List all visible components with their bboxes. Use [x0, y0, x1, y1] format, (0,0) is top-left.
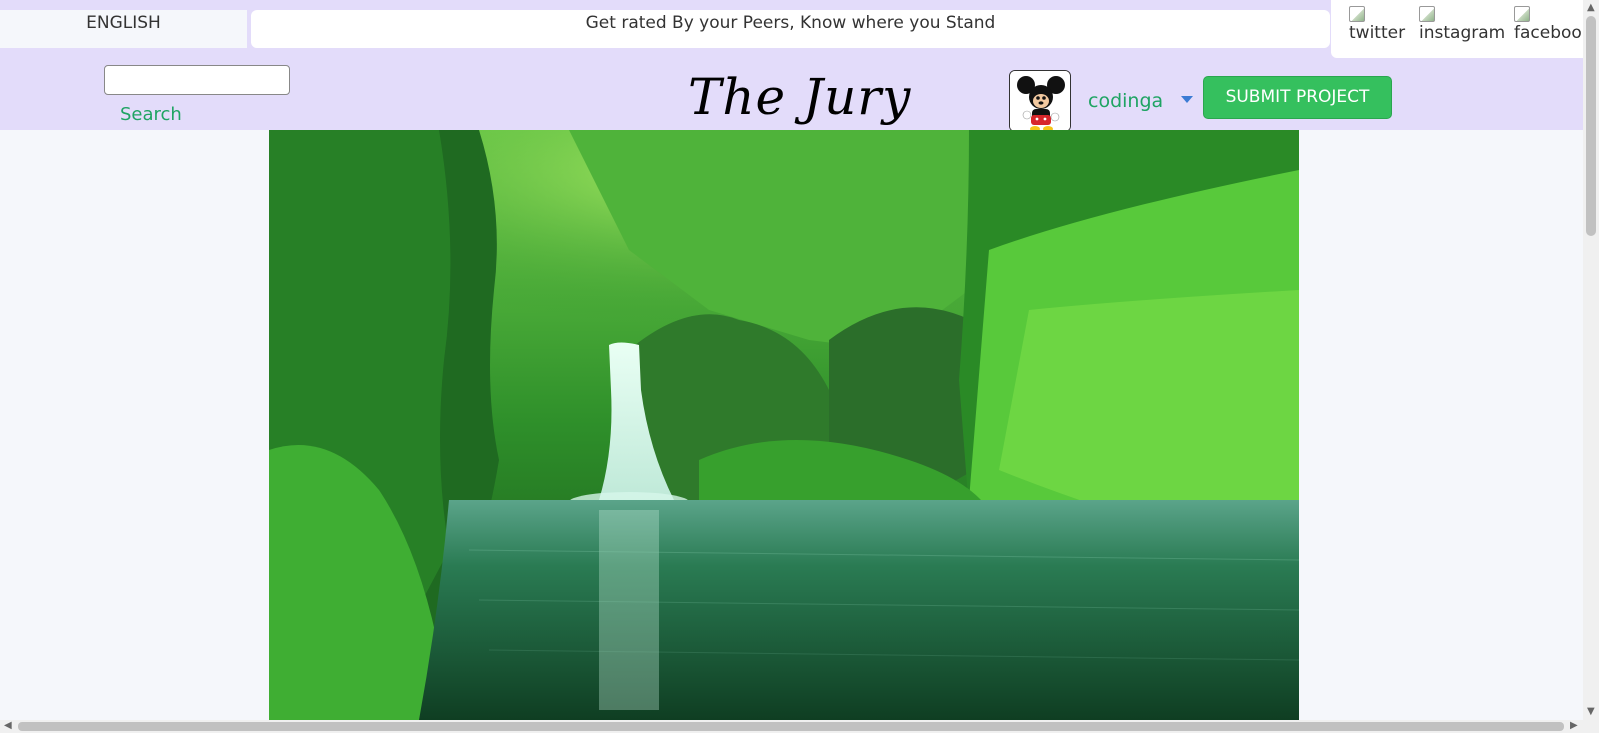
- facebook-icon: [1514, 6, 1530, 22]
- language-selector[interactable]: ENGLISH: [0, 10, 247, 48]
- vertical-scrollbar[interactable]: ▲ ▼: [1583, 0, 1599, 720]
- facebook-link[interactable]: faceboo: [1514, 6, 1583, 42]
- twitter-link[interactable]: twitter: [1349, 6, 1415, 42]
- language-label: ENGLISH: [86, 13, 161, 33]
- twitter-icon: [1349, 6, 1365, 22]
- user-avatar[interactable]: [1009, 70, 1071, 132]
- hero-image: [269, 130, 1299, 720]
- search-button[interactable]: Search: [120, 104, 182, 125]
- page: ENGLISH Get rated By your Peers, Know wh…: [0, 0, 1599, 733]
- scroll-up-icon[interactable]: ▲: [1587, 2, 1595, 13]
- waterfall-forest-photo: [269, 130, 1299, 720]
- social-links: twitter instagram faceboo: [1331, 0, 1583, 58]
- username-menu[interactable]: codinga: [1088, 90, 1163, 112]
- mickey-mouse-avatar-icon: [1010, 71, 1070, 131]
- search-input[interactable]: [104, 65, 290, 95]
- facebook-alt-text: faceboo: [1514, 23, 1582, 42]
- horizontal-scroll-thumb[interactable]: [18, 722, 1564, 731]
- instagram-icon: [1419, 6, 1435, 22]
- site-title[interactable]: The Jury: [688, 68, 911, 126]
- instagram-link[interactable]: instagram: [1419, 6, 1513, 42]
- twitter-alt-text: twitter: [1349, 23, 1406, 42]
- scroll-left-icon[interactable]: ◀: [4, 720, 12, 731]
- horizontal-scrollbar[interactable]: ◀ ▶: [0, 720, 1599, 733]
- instagram-alt-text: instagram: [1419, 23, 1506, 42]
- submit-project-button[interactable]: SUBMIT PROJECT: [1203, 76, 1392, 119]
- tagline-banner: Get rated By your Peers, Know where you …: [251, 10, 1330, 48]
- scroll-right-icon[interactable]: ▶: [1570, 720, 1578, 731]
- chevron-down-icon[interactable]: [1181, 96, 1193, 103]
- scroll-down-icon[interactable]: ▼: [1587, 706, 1595, 717]
- tagline-text: Get rated By your Peers, Know where you …: [585, 13, 996, 33]
- vertical-scroll-thumb[interactable]: [1586, 16, 1596, 236]
